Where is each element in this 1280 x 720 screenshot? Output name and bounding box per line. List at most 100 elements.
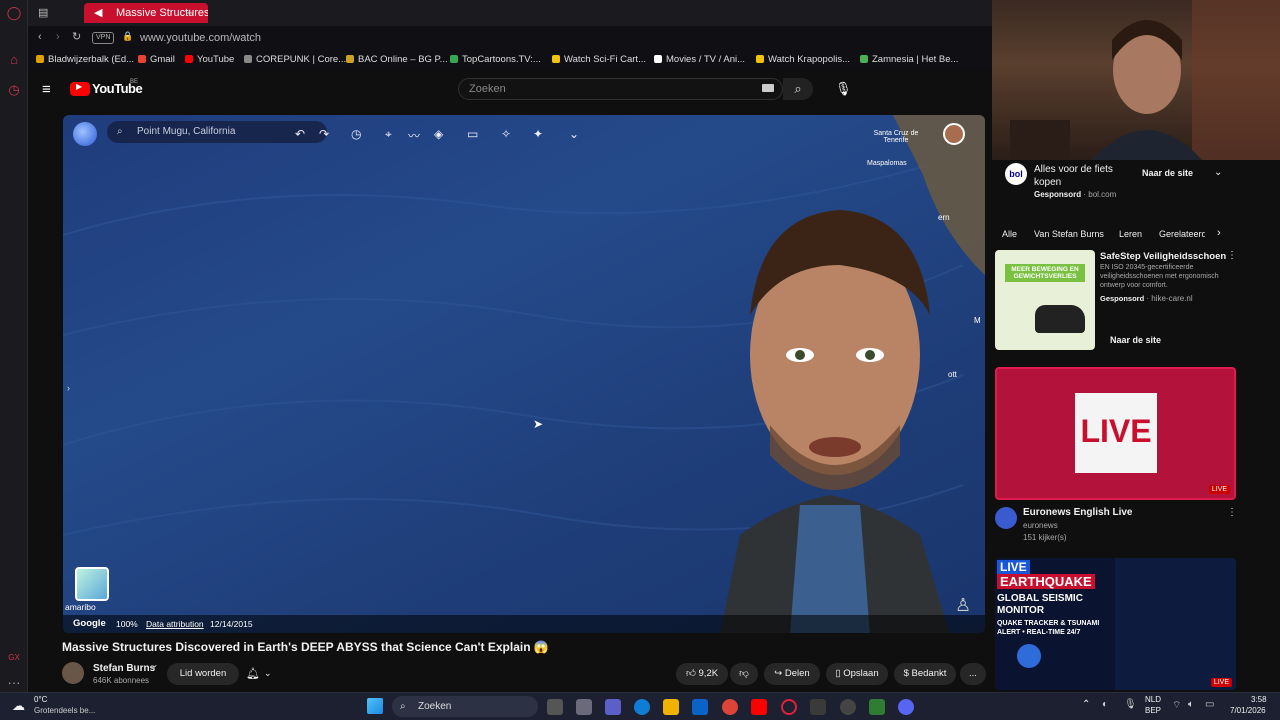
chevron-down-icon[interactable]: ⌄ bbox=[264, 668, 272, 679]
thanks-button[interactable]: $ Bedankt bbox=[894, 663, 956, 685]
youtube-icon[interactable] bbox=[751, 699, 767, 715]
calculator-icon[interactable] bbox=[810, 699, 826, 715]
bookmark-item[interactable]: Zamnesia | Het Be... bbox=[860, 54, 958, 65]
microphone-icon[interactable]: 🎙 bbox=[1124, 699, 1137, 710]
channel-name[interactable]: euronews bbox=[1023, 521, 1058, 530]
video-player[interactable]: ⌕ Point Mugu, California ↶ ↷ ◷ ⌖ 〰 ◈ ▭ ✧… bbox=[63, 115, 985, 633]
more-icon[interactable]: ··· bbox=[6, 675, 22, 691]
task-view-icon[interactable] bbox=[547, 699, 563, 715]
bol-logo-icon[interactable]: bol bbox=[1005, 163, 1027, 185]
avatar[interactable] bbox=[995, 507, 1017, 529]
pin-icon[interactable]: ⌖ bbox=[385, 127, 392, 142]
discord-icon[interactable] bbox=[898, 699, 914, 715]
tabs-menu-icon[interactable]: ▤ bbox=[38, 6, 48, 19]
weather-icon[interactable]: ☁ bbox=[12, 698, 25, 714]
store-icon[interactable] bbox=[576, 699, 592, 715]
like-button[interactable]: 👍︎ 9,2K bbox=[676, 663, 728, 685]
path-icon[interactable]: 〰 bbox=[408, 127, 420, 144]
app-icon[interactable] bbox=[869, 699, 885, 715]
avatar[interactable] bbox=[943, 123, 965, 145]
more-button[interactable]: ... bbox=[960, 663, 986, 685]
wifi-icon[interactable]: ⌔ bbox=[1172, 699, 1181, 712]
keyboard-layout[interactable]: BEP bbox=[1145, 706, 1161, 715]
video-thumbnail[interactable]: LIVE LIVE bbox=[995, 367, 1236, 500]
chip-related[interactable]: Gerelateerd bbox=[1153, 225, 1205, 243]
redo-icon[interactable]: ↷ bbox=[319, 127, 329, 141]
bookmark-item[interactable]: Watch Sci-Fi Cart... bbox=[552, 54, 646, 65]
clock-time[interactable]: 3:58 bbox=[1251, 695, 1267, 704]
weather-temp[interactable]: 0°C bbox=[34, 695, 47, 704]
history-icon[interactable]: ◷ bbox=[351, 127, 361, 141]
visit-site-button[interactable]: Naar de site bbox=[1142, 168, 1193, 178]
ad-thumbnail[interactable]: MEER BEWEGING EN GEWICHTSVERLIES bbox=[995, 250, 1095, 350]
bookmark-item[interactable]: Bladwijzerbalk (Ed... bbox=[36, 54, 134, 65]
weather-desc[interactable]: Grotendeels be... bbox=[34, 706, 95, 715]
vpn-badge[interactable]: VPN bbox=[92, 32, 115, 44]
bookmark-item[interactable]: BAC Online – BG P... bbox=[346, 54, 448, 65]
layer-thumbnail[interactable] bbox=[75, 567, 109, 601]
bookmark-item[interactable]: TopCartoons.TV:... bbox=[450, 54, 541, 65]
bookmark-item[interactable]: Movies / TV / Ani... bbox=[654, 54, 745, 65]
app-icon[interactable] bbox=[840, 699, 856, 715]
chevron-up-icon[interactable]: ⌃ bbox=[1082, 699, 1090, 710]
save-button[interactable]: ▯ Opslaan bbox=[826, 663, 888, 685]
visit-site-button[interactable]: Naar de site bbox=[1110, 335, 1161, 345]
chrome-icon[interactable] bbox=[722, 699, 738, 715]
opera-logo-icon[interactable]: ◯ bbox=[6, 5, 22, 21]
chip-channel[interactable]: Van Stefan Burns bbox=[1028, 225, 1110, 243]
kebab-menu-icon[interactable]: ⋮ bbox=[1227, 250, 1237, 261]
new-tab-button[interactable]: + bbox=[186, 5, 194, 20]
ad-title[interactable]: SafeStep Veiligheidsschoen bbox=[1100, 251, 1226, 262]
hamburger-menu-icon[interactable]: ≡ bbox=[42, 81, 51, 98]
channel-name[interactable]: Stefan Burns bbox=[93, 663, 155, 674]
battery-icon[interactable]: ▭ bbox=[1205, 699, 1214, 710]
measure-icon[interactable]: ▭ bbox=[467, 127, 478, 141]
chip-all[interactable]: Alle bbox=[996, 225, 1023, 243]
google-earth-logo-icon[interactable] bbox=[73, 122, 97, 146]
gx-icon[interactable]: GX bbox=[6, 650, 22, 666]
clock-date[interactable]: 7/01/2026 bbox=[1230, 706, 1266, 715]
microphone-icon[interactable]: 🎙 bbox=[835, 81, 852, 97]
history-icon[interactable]: ◷ bbox=[6, 82, 22, 98]
url-field[interactable]: www.youtube.com/watch bbox=[140, 32, 261, 44]
earth-search-bar[interactable]: ⌕ Point Mugu, California bbox=[107, 121, 327, 143]
search-input[interactable]: Zoeken bbox=[458, 78, 783, 100]
bookmark-item[interactable]: COREPUNK | Core... bbox=[244, 54, 346, 65]
teams-icon[interactable] bbox=[605, 699, 621, 715]
video-thumbnail[interactable]: LIVE EARTHQUAKE GLOBAL SEISMIC MONITOR Q… bbox=[995, 558, 1236, 690]
video-title[interactable]: Euronews English Live bbox=[1023, 507, 1132, 518]
chevron-down-icon[interactable]: ⌄ bbox=[1214, 167, 1222, 178]
opera-icon[interactable] bbox=[781, 699, 797, 715]
chevron-down-icon[interactable]: ⌄ bbox=[569, 127, 579, 141]
sparkle-icon[interactable]: ✦ bbox=[533, 127, 543, 141]
forward-icon[interactable]: › bbox=[56, 31, 60, 43]
pegman-icon[interactable]: ♙ bbox=[955, 595, 971, 616]
volume-icon[interactable]: 🔈︎ bbox=[1188, 699, 1194, 710]
chevron-right-icon[interactable]: › bbox=[1217, 227, 1221, 239]
reload-icon[interactable]: ↻ bbox=[72, 30, 81, 43]
expand-panel-icon[interactable]: › bbox=[67, 383, 70, 393]
kebab-menu-icon[interactable]: ⋮ bbox=[1227, 507, 1237, 518]
windows-start-icon[interactable] bbox=[367, 698, 383, 714]
wallet-icon[interactable]: ⌂ bbox=[6, 52, 22, 68]
keyboard-icon[interactable] bbox=[762, 84, 774, 92]
undo-icon[interactable]: ↶ bbox=[295, 127, 305, 141]
bookmark-item[interactable]: Watch Krapopolis... bbox=[756, 54, 850, 65]
join-button[interactable]: Lid worden bbox=[167, 663, 239, 685]
share-button[interactable]: ↪ Delen bbox=[764, 663, 820, 685]
edge-icon[interactable] bbox=[634, 699, 650, 715]
dislike-button[interactable]: 👎︎ bbox=[730, 663, 758, 685]
avatar[interactable] bbox=[62, 662, 84, 684]
bookmark-item[interactable]: YouTube bbox=[185, 54, 234, 65]
chip-learn[interactable]: Leren bbox=[1113, 225, 1148, 243]
outlook-icon[interactable] bbox=[692, 699, 708, 715]
layers-icon[interactable]: ◈ bbox=[434, 127, 443, 141]
file-explorer-icon[interactable] bbox=[663, 699, 679, 715]
tray-icon[interactable]: ◐ bbox=[1102, 699, 1108, 710]
bookmark-item[interactable]: Gmail bbox=[138, 54, 175, 65]
bell-icon[interactable]: 🔔︎ bbox=[246, 667, 260, 680]
search-button[interactable]: ⌕ bbox=[783, 78, 813, 100]
language-indicator[interactable]: NLD bbox=[1145, 695, 1161, 704]
data-attribution-link[interactable]: Data attribution bbox=[146, 619, 204, 629]
back-icon[interactable]: ‹ bbox=[38, 31, 42, 43]
